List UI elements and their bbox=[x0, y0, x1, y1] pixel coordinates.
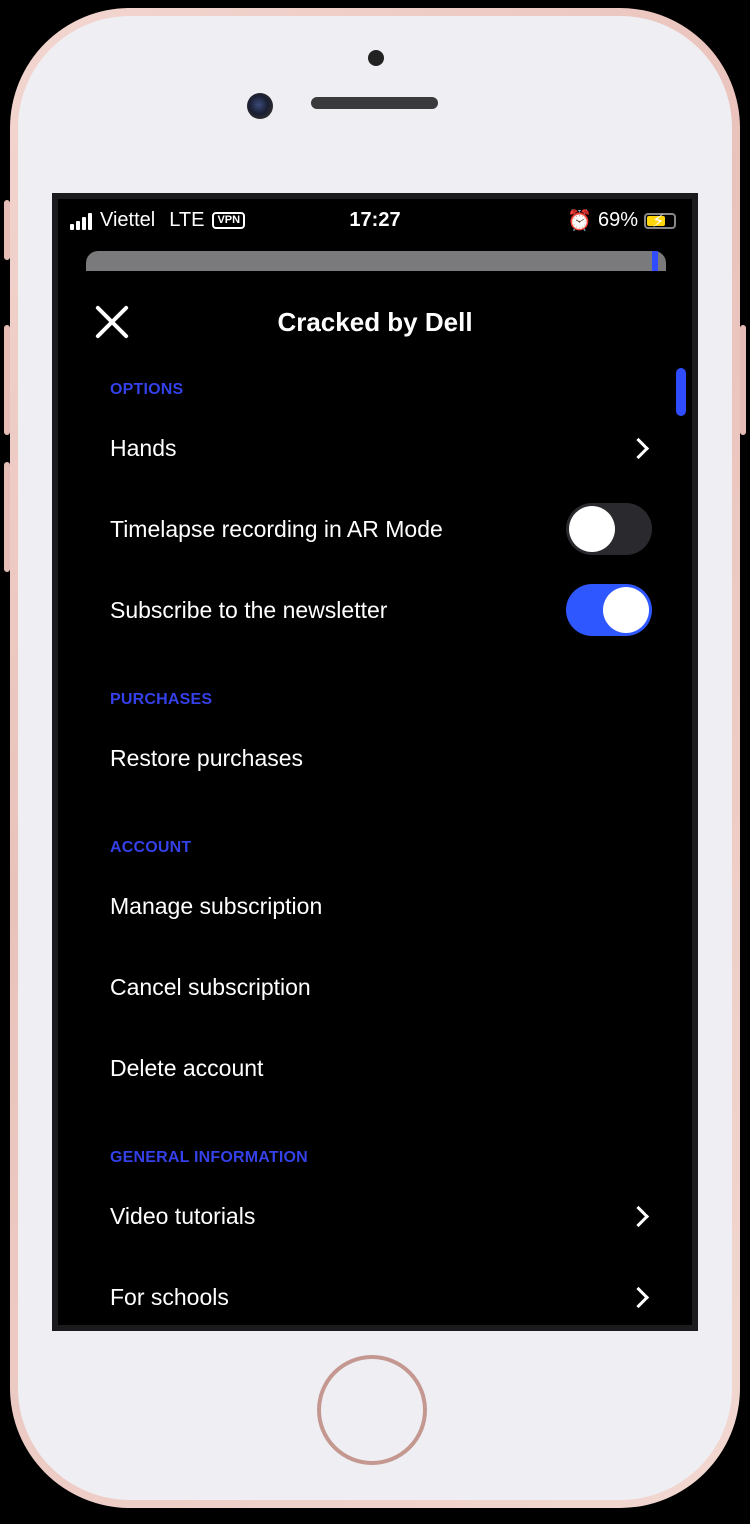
section-account: ACCOUNT bbox=[110, 839, 192, 856]
newsletter-toggle[interactable] bbox=[566, 584, 652, 636]
delete-account-row[interactable]: Delete account bbox=[110, 1043, 652, 1093]
video-tutorials-row[interactable]: Video tutorials bbox=[110, 1191, 652, 1241]
alarm-icon: ⏰ bbox=[567, 210, 592, 232]
chevron-right-icon bbox=[627, 1286, 650, 1308]
scroll-indicator[interactable] bbox=[676, 368, 686, 416]
manage-subscription-label: Manage subscription bbox=[110, 892, 323, 919]
restore-purchases-label: Restore purchases bbox=[110, 744, 304, 771]
volume-up-button bbox=[4, 325, 10, 435]
newsletter-row: Subscribe to the newsletter bbox=[110, 584, 652, 636]
battery-percent: 69% bbox=[597, 209, 638, 231]
timelapse-label: Timelapse recording in AR Mode bbox=[110, 515, 443, 542]
restore-purchases-row[interactable]: Restore purchases bbox=[110, 733, 652, 783]
mute-switch bbox=[4, 200, 10, 260]
front-camera bbox=[247, 93, 273, 119]
cancel-subscription-label: Cancel subscription bbox=[110, 973, 311, 1000]
page-title: Cracked by Dell bbox=[277, 307, 473, 337]
home-button[interactable] bbox=[317, 1355, 427, 1465]
hands-label: Hands bbox=[110, 434, 177, 461]
proximity-sensor bbox=[368, 50, 384, 66]
status-right: ⏰ 69% ⚡ bbox=[567, 208, 676, 233]
newsletter-label: Subscribe to the newsletter bbox=[110, 596, 388, 623]
for-schools-label: For schools bbox=[110, 1283, 229, 1310]
section-general-information: GENERAL INFORMATION bbox=[110, 1149, 308, 1166]
delete-account-label: Delete account bbox=[110, 1054, 264, 1081]
chevron-right-icon bbox=[627, 437, 650, 459]
manage-subscription-row[interactable]: Manage subscription bbox=[110, 881, 652, 931]
section-purchases: PURCHASES bbox=[110, 691, 213, 708]
hands-row[interactable]: Hands bbox=[110, 423, 652, 473]
sheet-behind bbox=[86, 251, 666, 271]
timelapse-row: Timelapse recording in AR Mode bbox=[110, 503, 652, 555]
power-button bbox=[740, 325, 746, 435]
video-tutorials-label: Video tutorials bbox=[110, 1202, 256, 1229]
screen: Viettel LTE VPN 17:27 ⏰ 69% ⚡ Cracked by… bbox=[52, 193, 698, 1331]
battery-icon: ⚡ bbox=[644, 211, 676, 231]
chevron-right-icon bbox=[627, 1205, 650, 1227]
section-options: OPTIONS bbox=[110, 381, 184, 398]
earpiece-speaker bbox=[311, 97, 438, 109]
for-schools-row[interactable]: For schools bbox=[110, 1272, 652, 1322]
volume-down-button bbox=[4, 462, 10, 572]
settings-sheet: Cracked by Dell OPTIONS Hands Timelapse … bbox=[58, 271, 692, 1325]
timelapse-toggle[interactable] bbox=[566, 503, 652, 555]
status-bar: Viettel LTE VPN 17:27 ⏰ 69% ⚡ bbox=[58, 199, 692, 239]
cancel-subscription-row[interactable]: Cancel subscription bbox=[110, 962, 652, 1012]
